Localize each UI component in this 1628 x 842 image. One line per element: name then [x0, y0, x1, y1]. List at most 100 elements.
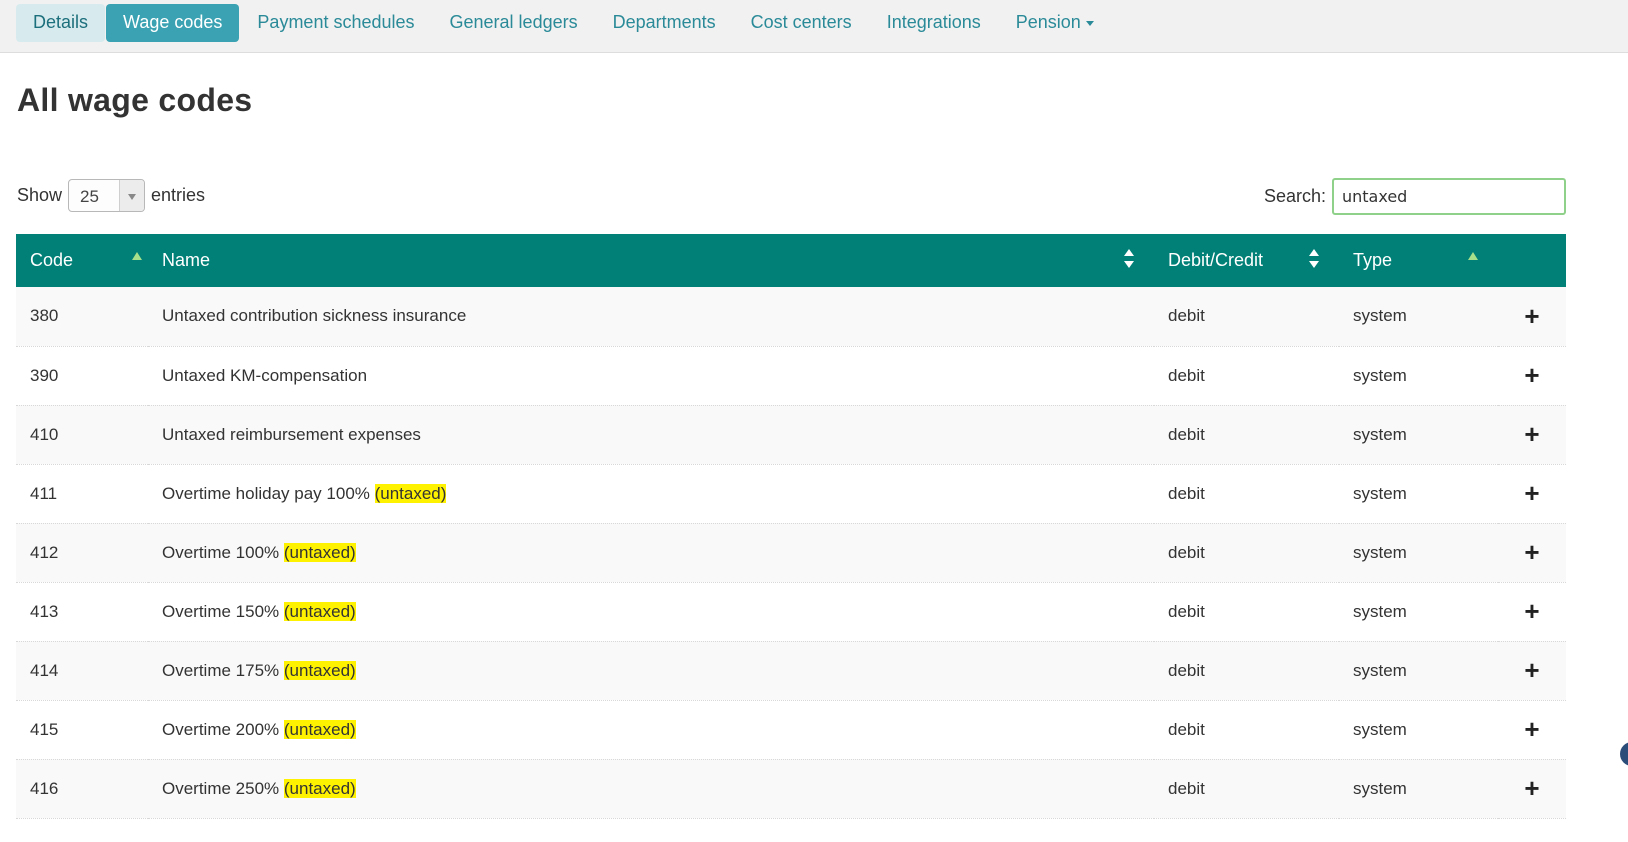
select-arrow-button[interactable] — [119, 180, 145, 211]
search-label: Search: — [1263, 186, 1326, 206]
search-highlight: (untaxed) — [283, 660, 356, 680]
table-row[interactable]: 412 Overtime 100% (untaxed) debit system + — [16, 523, 1566, 582]
plus-icon[interactable]: + — [1498, 346, 1566, 405]
column-header-name[interactable]: Name — [148, 234, 1154, 287]
tab-pension[interactable]: Pension — [999, 4, 1111, 42]
type-cell: system — [1353, 660, 1407, 680]
name-text: Overtime 200% — [162, 719, 284, 739]
table-row[interactable]: 410 Untaxed reimbursement expenses debit sy… — [16, 405, 1566, 464]
name-text: Overtime 100% — [162, 542, 284, 562]
name-text: Overtime 150% — [162, 601, 284, 621]
table-row[interactable]: 415 Overtime 200% (untaxed) debit system + — [16, 700, 1566, 759]
search-highlight: (untaxed) — [283, 601, 356, 621]
type-cell: system — [1353, 542, 1407, 562]
tab-details[interactable]: Details — [16, 4, 106, 42]
debit-credit-cell: debit — [1168, 719, 1205, 739]
tab-label: Integrations — [886, 12, 981, 32]
code-cell: 411 — [30, 483, 58, 503]
tab-departments[interactable]: Departments — [596, 4, 733, 42]
name-text: Overtime 250% — [162, 778, 284, 798]
wage-codes-table: Code Name Debit/Credit Type 380 Untaxed c… — [16, 234, 1566, 819]
debit-credit-cell: debit — [1168, 660, 1205, 680]
debit-credit-cell: debit — [1168, 483, 1205, 503]
search-input[interactable] — [1332, 178, 1566, 215]
page-title: All wage codes — [17, 82, 253, 118]
name-text: Overtime holiday pay 100% — [162, 483, 375, 503]
chevron-down-icon — [1085, 20, 1094, 26]
name-text: Overtime 175% — [162, 660, 284, 680]
tab-label: Cost centers — [750, 12, 852, 32]
table-row[interactable]: 411 Overtime holiday pay 100% (untaxed) de… — [16, 464, 1566, 523]
plus-icon[interactable]: + — [1498, 405, 1566, 464]
type-cell: system — [1353, 719, 1407, 739]
plus-icon[interactable]: + — [1498, 464, 1566, 523]
help-widget-button[interactable] — [1620, 742, 1628, 766]
debit-credit-cell: debit — [1168, 778, 1205, 798]
plus-icon[interactable]: + — [1498, 700, 1566, 759]
debit-credit-cell: debit — [1168, 601, 1205, 621]
type-cell: system — [1353, 778, 1407, 798]
name-cell: Untaxed KM-compensation — [148, 346, 1154, 405]
column-header-code[interactable]: Code — [16, 234, 148, 287]
tab-label: Payment schedules — [257, 12, 415, 32]
type-cell: system — [1353, 601, 1407, 621]
search-highlight: (untaxed) — [374, 483, 447, 503]
tab-integrations[interactable]: Integrations — [870, 4, 998, 42]
debit-credit-cell: debit — [1168, 542, 1205, 562]
tab-cost-centers[interactable]: Cost centers — [734, 4, 869, 42]
column-header-type[interactable]: Type — [1339, 234, 1498, 287]
sort-icon — [1124, 249, 1134, 271]
name-cell: Overtime 175% (untaxed) — [148, 641, 1154, 700]
name-cell: Overtime 150% (untaxed) — [148, 582, 1154, 641]
tab-wage-codes[interactable]: Wage codes — [106, 4, 240, 42]
plus-icon[interactable]: + — [1498, 582, 1566, 641]
debit-credit-cell: debit — [1168, 365, 1205, 385]
plus-icon[interactable]: + — [1498, 287, 1566, 346]
name-text: Untaxed KM-compensation — [162, 365, 368, 385]
plus-icon[interactable]: + — [1498, 759, 1566, 818]
plus-icon[interactable]: + — [1498, 641, 1566, 700]
entries-select[interactable]: 25 — [68, 179, 146, 212]
column-label: Debit/Credit — [1168, 250, 1264, 270]
code-cell: 412 — [30, 542, 59, 562]
code-cell: 414 — [30, 660, 59, 680]
plus-icon[interactable]: + — [1498, 523, 1566, 582]
table-header-row: Code Name Debit/Credit Type — [16, 234, 1566, 287]
table-row[interactable]: 413 Overtime 150% (untaxed) debit system + — [16, 582, 1566, 641]
tab-label: Wage codes — [123, 12, 223, 32]
code-cell: 390 — [30, 365, 59, 385]
code-cell: 413 — [30, 601, 59, 621]
show-label: Show — [17, 185, 63, 205]
debit-credit-cell: debit — [1168, 306, 1205, 326]
code-cell: 410 — [30, 424, 59, 444]
sort-icon — [1309, 249, 1319, 271]
type-cell: system — [1353, 483, 1407, 503]
entries-length-control: Show 25 entries — [17, 179, 205, 212]
tab-list: Details Wage codes Payment schedules Gen… — [16, 4, 1112, 42]
table-row[interactable]: 390 Untaxed KM-compensation debit system + — [16, 346, 1566, 405]
name-cell: Untaxed contribution sickness insurance — [148, 287, 1154, 346]
column-label: Name — [162, 250, 211, 270]
name-cell: Overtime holiday pay 100% (untaxed) — [148, 464, 1154, 523]
type-cell: system — [1353, 424, 1407, 444]
tab-general-ledgers[interactable]: General ledgers — [433, 4, 595, 42]
column-header-debit-credit[interactable]: Debit/Credit — [1154, 234, 1339, 287]
code-cell: 416 — [30, 778, 59, 798]
tab-payment-schedules[interactable]: Payment schedules — [240, 4, 431, 42]
table-row[interactable]: 414 Overtime 175% (untaxed) debit system + — [16, 641, 1566, 700]
entries-select-value: 25 — [80, 187, 99, 206]
tab-label: Pension — [1015, 12, 1081, 32]
table-row[interactable]: 416 Overtime 250% (untaxed) debit system + — [16, 759, 1566, 818]
name-cell: Overtime 200% (untaxed) — [148, 700, 1154, 759]
table-row[interactable]: 380 Untaxed contribution sickness insuran… — [16, 287, 1566, 346]
column-header-actions — [1498, 234, 1566, 287]
name-cell: Overtime 100% (untaxed) — [148, 523, 1154, 582]
search-highlight: (untaxed) — [283, 719, 356, 739]
code-cell: 415 — [30, 719, 59, 739]
column-label: Code — [30, 250, 74, 270]
tab-label: General ledgers — [449, 12, 578, 32]
type-cell: system — [1353, 365, 1407, 385]
column-label: Type — [1353, 250, 1393, 270]
name-text: Untaxed contribution sickness insurance — [162, 306, 467, 326]
code-cell: 380 — [30, 306, 59, 326]
